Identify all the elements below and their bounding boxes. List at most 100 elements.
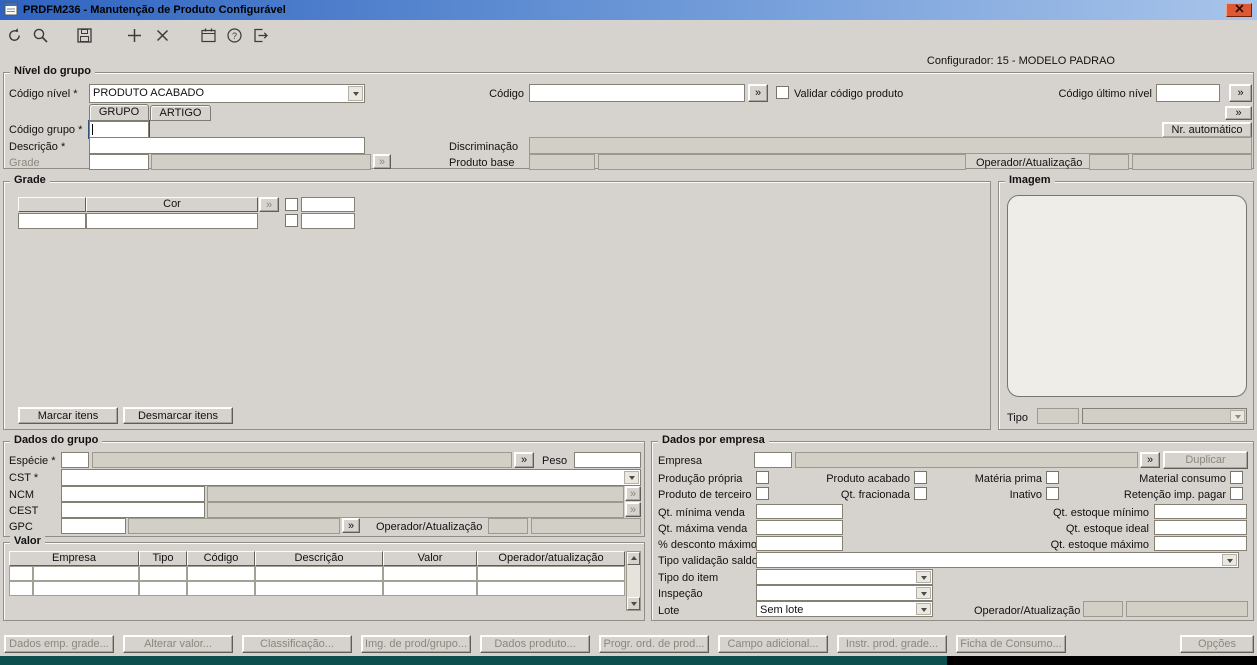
cst-select[interactable] xyxy=(61,469,641,486)
valor-cell[interactable] xyxy=(187,581,255,596)
instr-prod-grade-button[interactable]: Instr. prod. grade... xyxy=(837,635,947,653)
produto-terceiro-checkbox[interactable] xyxy=(756,487,769,500)
nivel-lookup-button[interactable]: » xyxy=(1225,106,1252,120)
scroll-down-button[interactable] xyxy=(627,597,640,610)
grade-cor-cell[interactable] xyxy=(86,213,258,229)
qt-fracionada-checkbox[interactable] xyxy=(914,487,927,500)
desmarcar-itens-button[interactable]: Desmarcar itens xyxy=(123,407,233,424)
scroll-up-button[interactable] xyxy=(627,552,640,565)
empresa-lookup-button[interactable]: » xyxy=(1140,452,1160,468)
exit-button[interactable] xyxy=(249,26,271,48)
producao-propria-label: Produção própria xyxy=(658,473,743,485)
valor-cell[interactable] xyxy=(9,581,33,596)
valor-cell[interactable] xyxy=(255,566,383,581)
discriminacao-field xyxy=(529,137,1252,154)
configurator-label: Configurador: 15 - MODELO PADRAO xyxy=(926,55,1115,67)
close-button[interactable] xyxy=(1226,3,1252,17)
dados-produto-button[interactable]: Dados produto... xyxy=(480,635,590,653)
tab-grupo[interactable]: GRUPO xyxy=(89,104,149,121)
add-button[interactable] xyxy=(123,26,145,48)
codigo-ultimo-input[interactable] xyxy=(1156,84,1220,102)
valor-cell[interactable] xyxy=(33,581,139,596)
classificacao-button[interactable]: Classificação... xyxy=(242,635,352,653)
qt-maxima-input[interactable] xyxy=(756,520,843,535)
valor-cell[interactable] xyxy=(9,566,33,581)
produto-acabado-checkbox[interactable] xyxy=(914,471,927,484)
valor-cell[interactable] xyxy=(139,566,187,581)
especie-input[interactable] xyxy=(61,452,89,468)
grade-filter-field-1[interactable] xyxy=(301,197,355,212)
chevron-down-icon[interactable] xyxy=(1222,554,1237,566)
valor-cell[interactable] xyxy=(139,581,187,596)
producao-propria-checkbox[interactable] xyxy=(756,471,769,484)
valor-cell[interactable] xyxy=(477,581,625,596)
cest-input[interactable] xyxy=(61,502,205,518)
chevron-down-icon[interactable] xyxy=(916,571,931,583)
empresa-input[interactable] xyxy=(754,452,792,468)
valor-scrollbar[interactable] xyxy=(626,551,641,611)
calendar-button[interactable] xyxy=(197,26,219,48)
chevron-down-icon[interactable] xyxy=(348,86,363,101)
grade-filter-field-2[interactable] xyxy=(301,213,355,229)
valor-cell[interactable] xyxy=(383,566,477,581)
descricao-input[interactable] xyxy=(89,137,365,154)
valor-cell[interactable] xyxy=(255,581,383,596)
title-bar[interactable]: PRDFM236 - Manutenção de Produto Configu… xyxy=(0,0,1257,20)
grade-filter-checkbox-1[interactable] xyxy=(285,198,298,211)
campo-adicional-button[interactable]: Campo adicional... xyxy=(718,635,828,653)
lote-select[interactable]: Sem lote xyxy=(756,601,933,617)
peso-input[interactable] xyxy=(574,452,641,468)
codigo-input[interactable] xyxy=(529,84,745,102)
cor-lookup-button: » xyxy=(259,197,279,212)
codigo-nivel-select[interactable]: PRODUTO ACABADO xyxy=(89,84,365,103)
ncm-input[interactable] xyxy=(61,486,205,502)
refresh-button[interactable] xyxy=(3,26,25,48)
help-button[interactable]: ? xyxy=(223,26,245,48)
retencao-checkbox[interactable] xyxy=(1230,487,1243,500)
valor-header-empresa: Empresa xyxy=(9,551,139,566)
gpc-lookup-button[interactable]: » xyxy=(342,518,360,533)
chevron-down-icon[interactable] xyxy=(624,471,639,484)
tipo-validacao-select[interactable] xyxy=(756,552,1239,568)
valor-cell[interactable] xyxy=(383,581,477,596)
img-prod-grupo-button[interactable]: Img. de prod/grupo... xyxy=(361,635,471,653)
grade-col-cor-header: Cor xyxy=(86,197,258,212)
chevron-down-icon[interactable] xyxy=(916,587,931,599)
valor-cell[interactable] xyxy=(187,566,255,581)
progr-ord-prod-button[interactable]: Progr. ord. de prod... xyxy=(599,635,709,653)
estoque-minimo-input[interactable] xyxy=(1154,504,1247,519)
marcar-itens-button[interactable]: Marcar itens xyxy=(18,407,118,424)
dados-emp-grade-button[interactable]: Dados emp. grade... xyxy=(4,635,114,653)
nr-automatico-button[interactable]: Nr. automático xyxy=(1162,122,1252,138)
save-button[interactable] xyxy=(73,26,95,48)
tab-artigo[interactable]: ARTIGO xyxy=(150,105,211,121)
alterar-valor-button[interactable]: Alterar valor... xyxy=(123,635,233,653)
qt-minima-input[interactable] xyxy=(756,504,843,519)
chevron-down-icon[interactable] xyxy=(916,603,931,615)
valor-cell[interactable] xyxy=(33,566,139,581)
inativo-checkbox[interactable] xyxy=(1046,487,1059,500)
material-consumo-checkbox[interactable] xyxy=(1230,471,1243,484)
opcoes-button[interactable]: Opções xyxy=(1180,635,1254,653)
materia-prima-checkbox[interactable] xyxy=(1046,471,1059,484)
tipo-item-select[interactable] xyxy=(756,569,933,585)
validar-checkbox[interactable] xyxy=(776,86,789,99)
valor-header-valor: Valor xyxy=(383,551,477,566)
estoque-ideal-input[interactable] xyxy=(1154,520,1247,535)
grade-code-cell[interactable] xyxy=(18,213,86,229)
cest-lookup-button: » xyxy=(625,502,641,517)
search-button[interactable] xyxy=(29,26,51,48)
grade-filter-checkbox-2[interactable] xyxy=(285,214,298,227)
valor-cell[interactable] xyxy=(477,566,625,581)
codigo-ultimo-lookup-button[interactable]: » xyxy=(1229,84,1252,102)
codigo-grupo-input[interactable] xyxy=(88,120,150,139)
delete-button[interactable] xyxy=(151,26,173,48)
gpc-input[interactable] xyxy=(61,518,126,534)
especie-lookup-button[interactable]: » xyxy=(514,452,534,468)
codigo-lookup-button[interactable]: » xyxy=(748,84,768,102)
ficha-consumo-button[interactable]: Ficha de Consumo... xyxy=(956,635,1066,653)
desconto-maximo-input[interactable] xyxy=(756,536,843,551)
inspecao-select[interactable] xyxy=(756,585,933,601)
estoque-maximo-input[interactable] xyxy=(1154,536,1247,551)
grade-code-input[interactable] xyxy=(89,154,149,170)
